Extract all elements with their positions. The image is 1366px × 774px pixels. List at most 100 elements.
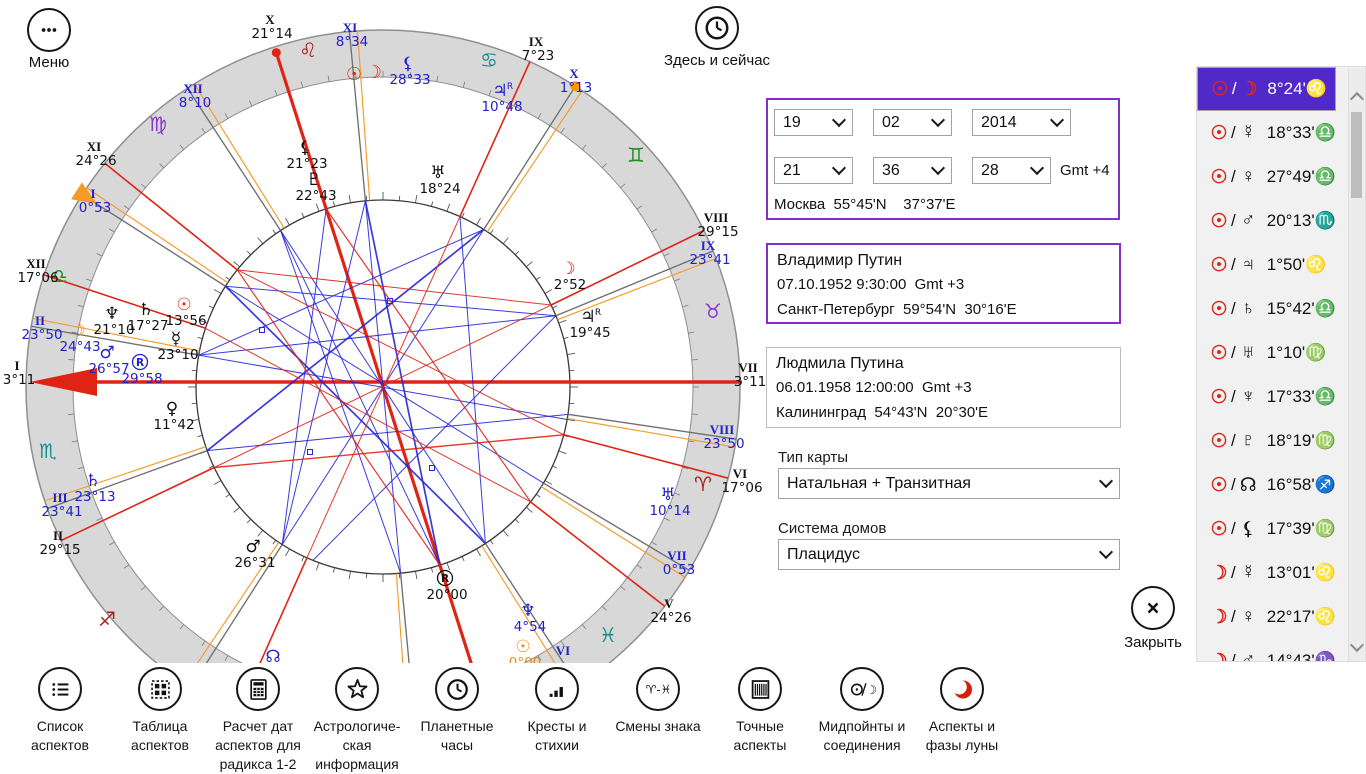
minute-select[interactable]: 36 bbox=[873, 157, 952, 184]
astro-wheel-chart[interactable]: ♌♋♊♉♈♓♐♏♎♍☉☽⚸21°23♇22°43♅18°24♆21°10♄17°… bbox=[0, 0, 770, 663]
midpoint-row[interactable]: ☉/♂20°13'♏ bbox=[1197, 199, 1347, 243]
house-system-value: Плацидус bbox=[787, 546, 860, 564]
hour-value: 21 bbox=[783, 162, 801, 180]
midpoint-row[interactable]: ☽/☿13°01'♌ bbox=[1197, 551, 1347, 595]
menu-button[interactable] bbox=[27, 8, 71, 52]
neptune-icon: ♆ bbox=[104, 304, 119, 324]
sun-icon: ☉ bbox=[1208, 342, 1230, 365]
sun-moon-icon: ☽ bbox=[849, 676, 876, 703]
saturn-icon: ♄ bbox=[138, 300, 153, 320]
stripes-icon bbox=[747, 676, 774, 703]
saturn-icon: ♄ bbox=[85, 471, 100, 491]
house-number-label: XI bbox=[343, 20, 357, 35]
slash: / bbox=[1231, 519, 1236, 539]
app-root: ♌♋♊♉♈♓♐♏♎♍☉☽⚸21°23♇22°43♅18°24♆21°10♄17°… bbox=[0, 0, 1366, 768]
sun-icon: ☉ bbox=[1208, 518, 1230, 541]
scroll-up-icon[interactable] bbox=[1350, 92, 1364, 106]
planet-degree-label: 26°31 bbox=[234, 555, 275, 571]
scroll-down-icon[interactable] bbox=[1350, 638, 1364, 652]
close-button[interactable] bbox=[1131, 586, 1175, 630]
person1-card[interactable]: Владимир Путин 07.10.1952 9:30:00 Gmt +3… bbox=[766, 243, 1121, 324]
midpoint-row[interactable]: ☉/♀27°49'♎ bbox=[1197, 155, 1347, 199]
taurus-sign-icon: ♉ bbox=[704, 299, 722, 323]
day-select[interactable]: 19 bbox=[774, 109, 853, 136]
house-number-label: VII bbox=[738, 360, 758, 375]
chart-type-label: Тип карты bbox=[778, 449, 848, 466]
scorpio-sign-icon: ♏ bbox=[39, 439, 57, 463]
hour-select[interactable]: 21 bbox=[774, 157, 853, 184]
person2-name: Людмила Путина bbox=[776, 352, 1111, 375]
planet-degree-label: 17°27 bbox=[127, 318, 168, 334]
year-select[interactable]: 2014 bbox=[972, 109, 1071, 136]
midpoint-row[interactable]: ☉/☊16°58'♐ bbox=[1197, 463, 1347, 507]
house-degree-label: 24°26 bbox=[75, 153, 116, 169]
house-number-label: XI bbox=[87, 139, 101, 154]
venus-icon: ♀ bbox=[1237, 166, 1260, 188]
midpoint-row[interactable]: ☉/♃1°50'♌ bbox=[1197, 243, 1347, 287]
chart-type-select[interactable]: Натальная + Транзитная bbox=[778, 468, 1120, 499]
moon-icon: ☽ bbox=[70, 321, 85, 341]
venus-icon: ♀ bbox=[1237, 606, 1260, 628]
midpoint-value: 22°17'♌ bbox=[1267, 607, 1336, 627]
slash: / bbox=[1231, 123, 1236, 143]
house-degree-label: 23°41 bbox=[689, 252, 730, 268]
midpoint-row[interactable]: ☉/⚸17°39'♍ bbox=[1197, 507, 1347, 551]
ring-tick bbox=[692, 359, 698, 360]
house-number-label: II bbox=[53, 528, 63, 543]
person2-card[interactable]: Людмила Путина 06.01.1958 12:00:00 Gmt +… bbox=[766, 347, 1121, 428]
midpoint-row[interactable]: ☉/☿18°33'♎ bbox=[1197, 111, 1347, 155]
mars-icon: ♂ bbox=[99, 343, 114, 363]
house-number-label: XII bbox=[26, 256, 46, 271]
clock-icon bbox=[444, 676, 471, 703]
planet-degree-label: 10°14 bbox=[649, 503, 690, 519]
close-label: Закрыть bbox=[1113, 634, 1193, 651]
pisces-sign-icon: ♓ bbox=[599, 623, 617, 647]
midpoint-rows: ☉/☽8°24'♌☉/☿18°33'♎☉/♀27°49'♎☉/♂20°13'♏☉… bbox=[1197, 67, 1365, 662]
slash: / bbox=[1231, 387, 1236, 407]
midpoint-row[interactable]: ☽/♀22°17'♌ bbox=[1197, 595, 1347, 639]
here-now-button[interactable] bbox=[695, 6, 739, 50]
slash: / bbox=[1231, 475, 1236, 495]
house-degree-label: 23°41 bbox=[41, 504, 82, 520]
midpoint-value: 18°33'♎ bbox=[1267, 123, 1336, 143]
midpoint-row[interactable]: ☉/♄15°42'♎ bbox=[1197, 287, 1347, 331]
moon-icon: ☽ bbox=[560, 259, 575, 279]
neptune-icon: ♆ bbox=[1237, 386, 1260, 408]
midpoint-row[interactable]: ☉/☽8°24'♌ bbox=[1197, 67, 1336, 111]
moon-icon: ☽ bbox=[1238, 78, 1261, 101]
midpoint-value: 15°42'♎ bbox=[1267, 299, 1336, 319]
minute-value: 36 bbox=[882, 162, 900, 180]
svg-text:♈-♓: ♈-♓ bbox=[645, 682, 670, 696]
midpoint-row[interactable]: ☉/♅1°10'♍ bbox=[1197, 331, 1347, 375]
planet-degree-label: 18°24 bbox=[419, 181, 460, 197]
midpoint-value: 18°19'♍ bbox=[1267, 431, 1336, 451]
second-select[interactable]: 28 bbox=[972, 157, 1051, 184]
moon-icon: ☽ bbox=[1208, 562, 1230, 585]
chart-type-value: Натальная + Транзитная bbox=[787, 475, 971, 493]
month-value: 02 bbox=[882, 114, 900, 132]
midpoint-value: 16°58'♐ bbox=[1267, 475, 1336, 495]
toolbar-item-label: Аспекты и фазы луны bbox=[900, 717, 1024, 755]
midpoint-row[interactable]: ☉/♆17°33'♎ bbox=[1197, 375, 1347, 419]
scrollbar-thumb[interactable] bbox=[1351, 112, 1362, 198]
ellipsis-icon bbox=[36, 17, 62, 43]
venus-icon: ♀ bbox=[166, 399, 178, 419]
planet-degree-label: 4°54 bbox=[514, 619, 547, 635]
toolbar-item-crescent[interactable]: Аспекты и фазы луны bbox=[900, 667, 1024, 755]
planet-degree-label: 19°45 bbox=[569, 325, 610, 341]
month-select[interactable]: 02 bbox=[873, 109, 952, 136]
house-number-label: VI bbox=[556, 643, 570, 658]
retrograde-letter: R bbox=[595, 308, 601, 318]
svg-text:☽: ☽ bbox=[865, 683, 875, 697]
ring-tick bbox=[692, 414, 698, 415]
midpoint-row[interactable]: ☉/♇18°19'♍ bbox=[1197, 419, 1347, 463]
slash: / bbox=[1231, 563, 1236, 583]
slash: / bbox=[1231, 651, 1236, 662]
midpoint-row[interactable]: ☽/♂14°43'♑ bbox=[1197, 639, 1347, 662]
person1-place: Санкт-Петербург 59°54'N 30°16'E bbox=[777, 297, 1110, 322]
house-number-label: VI bbox=[733, 466, 747, 481]
house-system-select[interactable]: Плацидус bbox=[778, 539, 1120, 570]
lilith-icon: ⚸ bbox=[1237, 518, 1260, 541]
midpoint-value: 8°24'♌ bbox=[1267, 79, 1327, 99]
scrollbar[interactable] bbox=[1348, 68, 1364, 662]
